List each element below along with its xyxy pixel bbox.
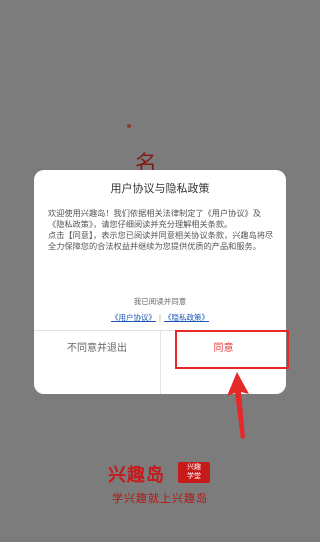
splash-screen: 名 用户协议与隐私政策 欢迎使用兴趣岛！我们依据相关法律制定了《用户协议》及《隐… [0, 0, 320, 542]
logo-badge: 兴趣 学堂 [178, 462, 210, 483]
decline-and-exit-button[interactable]: 不同意并退出 [34, 331, 160, 367]
logo-badge-line1: 兴趣 [187, 464, 201, 471]
policy-links: 《用户协议》 | 《隐私政策》 [34, 312, 286, 323]
user-agreement-link[interactable]: 《用户协议》 [111, 313, 156, 322]
app-slogan: 学兴趣就上兴趣岛 [112, 493, 208, 505]
pointer-arrow-icon [227, 372, 249, 439]
dialog-body: 欢迎使用兴趣岛！我们依据相关法律制定了《用户协议》及《隐私政策》，请您仔细阅读并… [48, 208, 274, 252]
dialog-body-paragraph-1: 欢迎使用兴趣岛！我们依据相关法律制定了《用户协议》及《隐私政策》，请您仔细阅读并… [48, 209, 261, 229]
agree-notice: 我已阅读并同意 [133, 297, 187, 306]
logo-badge-line2: 学堂 [187, 473, 201, 480]
privacy-policy-link[interactable]: 《隐私政策》 [164, 313, 209, 322]
agree-highlight-box [175, 330, 289, 369]
dialog-body-paragraph-2: 点击【同意】，表示您已阅读并同意相关协议条款，兴趣岛将尽全力保障您的合法权益并继… [48, 231, 274, 251]
logo-text: 兴趣岛 [108, 465, 165, 485]
dialog-title: 用户协议与隐私政策 [110, 183, 210, 195]
background-dot [127, 124, 131, 128]
link-separator: | [159, 313, 161, 322]
